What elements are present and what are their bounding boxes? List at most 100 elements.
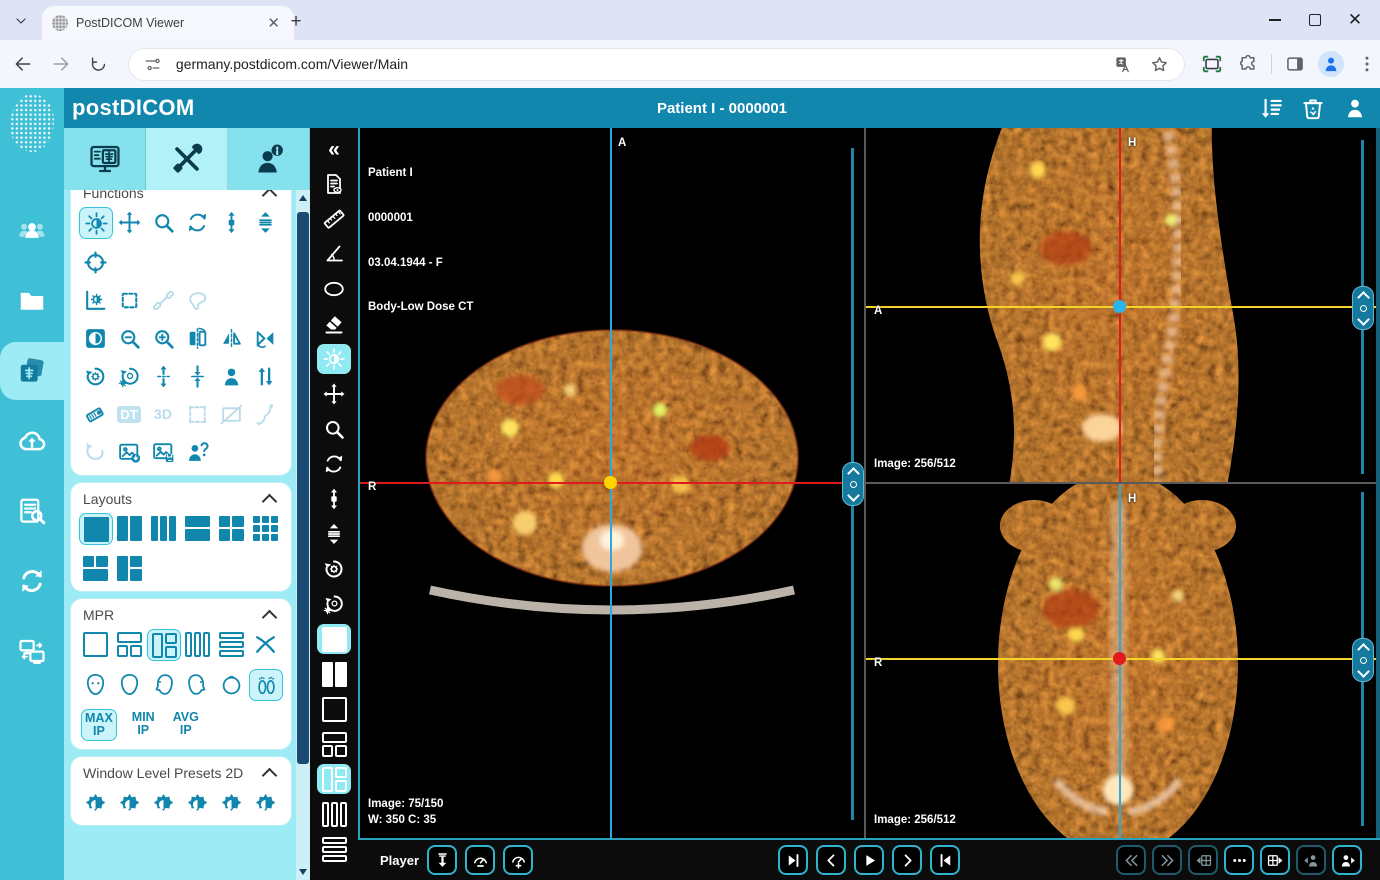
mpr-head-superior[interactable] xyxy=(215,669,247,699)
layout-3x3[interactable] xyxy=(249,513,281,543)
previous-stack-button[interactable] xyxy=(1116,845,1146,875)
zoom-button[interactable] xyxy=(317,414,351,444)
sort-series-icon[interactable] xyxy=(1258,95,1284,121)
tab-search-button[interactable] xyxy=(8,8,34,34)
mpr-1top-2bottom[interactable] xyxy=(113,629,145,659)
crosshair-center-dot[interactable] xyxy=(1113,652,1126,665)
wl-preset-4[interactable] xyxy=(181,787,213,817)
last-image-button[interactable] xyxy=(930,845,960,875)
tool-zoom-in[interactable] xyxy=(147,323,179,353)
tool-bone-removal[interactable] xyxy=(147,285,179,315)
wl-preset-6[interactable] xyxy=(249,787,281,817)
layout-2top-1bottom[interactable] xyxy=(79,553,111,583)
layout-1x3[interactable] xyxy=(147,513,179,543)
stack-slider-handle[interactable] xyxy=(1352,638,1374,682)
tool-mirror-horizontal[interactable] xyxy=(215,323,247,353)
angle-tool-button[interactable] xyxy=(317,239,351,269)
first-image-button[interactable] xyxy=(778,845,808,875)
series-options-button[interactable] xyxy=(1224,845,1254,875)
tool-crop[interactable] xyxy=(113,285,145,315)
scroll-down-icon[interactable] xyxy=(299,869,307,875)
mpr-oblique[interactable] xyxy=(249,629,281,659)
tool-localizer[interactable] xyxy=(79,247,111,277)
sidebar-item-patient-groups[interactable] xyxy=(0,202,64,260)
window-minimize-button[interactable] xyxy=(1268,13,1282,27)
tool-clear-selection[interactable] xyxy=(215,399,247,429)
tool-tag[interactable] xyxy=(79,399,111,429)
sagittal-pane[interactable]: H A Image: 256/512 xyxy=(866,128,1376,482)
mpr-min-ip[interactable]: MIN IP xyxy=(129,709,158,741)
mpr-feet-inferior[interactable] xyxy=(249,669,283,701)
crosshair-center-dot[interactable] xyxy=(1113,300,1126,313)
panel-scrollbar-thumb[interactable] xyxy=(297,212,309,764)
tool-stack[interactable] xyxy=(249,207,281,237)
wl-preset-1[interactable] xyxy=(79,787,111,817)
tool-window-level[interactable] xyxy=(79,207,113,239)
scroll-button[interactable] xyxy=(317,484,351,514)
next-patient-button[interactable] xyxy=(1332,845,1362,875)
previous-patient-button[interactable] xyxy=(1296,845,1326,875)
tool-collapse-vertical[interactable] xyxy=(181,361,213,391)
mpr-3horizontal[interactable] xyxy=(215,629,247,659)
tool-freehand-region[interactable] xyxy=(181,285,213,315)
trash-icon[interactable] xyxy=(1300,95,1326,121)
forward-button[interactable] xyxy=(46,49,76,79)
layout-1x1[interactable] xyxy=(79,513,113,545)
sidebar-item-remote-monitors[interactable] xyxy=(0,622,64,680)
tab-viewer-display[interactable] xyxy=(64,128,146,190)
collapse-panel-button[interactable]: « xyxy=(317,134,351,164)
reload-button[interactable] xyxy=(84,49,114,79)
crosshair-center-dot[interactable] xyxy=(604,476,617,489)
wl-preset-5[interactable] xyxy=(215,787,247,817)
mpr-1top-2bottom-button[interactable] xyxy=(317,729,351,759)
tool-3d[interactable]: 3D xyxy=(147,399,179,429)
sidebar-item-order-list[interactable] xyxy=(0,482,64,540)
rotate-button[interactable] xyxy=(317,449,351,479)
mpr-avg-ip[interactable]: AVG IP xyxy=(170,709,202,741)
tool-expand-vertical[interactable] xyxy=(147,361,179,391)
tool-patient-question[interactable] xyxy=(181,437,213,467)
previous-image-button[interactable] xyxy=(816,845,846,875)
layout-2x2[interactable] xyxy=(215,513,247,543)
pan-button[interactable] xyxy=(317,379,351,409)
tool-patient-orientation[interactable] xyxy=(215,361,247,391)
sidebar-item-folders[interactable] xyxy=(0,272,64,330)
layout-1x1-button[interactable] xyxy=(317,624,351,654)
collapse-functions-icon[interactable] xyxy=(262,190,278,203)
tool-reset-window-level[interactable] xyxy=(113,361,145,391)
mpr-3vertical[interactable] xyxy=(181,629,213,659)
window-level-button[interactable] xyxy=(317,344,351,374)
ellipse-roi-button[interactable] xyxy=(317,274,351,304)
address-bar[interactable]: germany.postdicom.com/Viewer/Main xyxy=(128,48,1185,81)
next-image-button[interactable] xyxy=(892,845,922,875)
previous-series-grid-button[interactable] xyxy=(1188,845,1218,875)
tool-scroll[interactable] xyxy=(215,207,247,237)
tool-rotate[interactable] xyxy=(181,207,213,237)
collapse-wl-icon[interactable] xyxy=(262,767,278,783)
layout-1x2-button[interactable] xyxy=(317,659,351,689)
reset-button[interactable] xyxy=(317,554,351,584)
back-button[interactable] xyxy=(8,49,38,79)
translate-icon[interactable] xyxy=(1111,51,1137,77)
axial-pane[interactable]: Patient I 0000001 03.04.1944 - F Body-Lo… xyxy=(360,128,864,838)
tool-dual-time[interactable]: DT xyxy=(113,399,145,429)
user-profile-icon[interactable] xyxy=(1342,95,1368,121)
tool-selection-handles[interactable] xyxy=(181,399,213,429)
tool-flip-horizontal[interactable] xyxy=(181,323,213,353)
sidebar-item-sync[interactable] xyxy=(0,552,64,610)
mpr-head-posterior[interactable] xyxy=(113,669,145,699)
layout-1x2[interactable] xyxy=(113,513,145,543)
report-view-button[interactable] xyxy=(317,169,351,199)
layout-1left-2right[interactable] xyxy=(113,553,145,583)
tab-tools[interactable] xyxy=(146,128,228,190)
mpr-max-ip[interactable]: MAX IP xyxy=(81,709,117,741)
next-series-grid-button[interactable] xyxy=(1260,845,1290,875)
tool-wl-histogram[interactable] xyxy=(79,285,111,315)
collapse-mpr-icon[interactable] xyxy=(262,609,278,625)
window-close-button[interactable]: ✕ xyxy=(1348,13,1362,27)
tool-invert[interactable] xyxy=(79,323,111,353)
mpr-single[interactable] xyxy=(79,629,111,659)
stack-slider-handle[interactable] xyxy=(1352,286,1374,330)
mpr-head-anterior[interactable] xyxy=(79,669,111,699)
wl-preset-3[interactable] xyxy=(147,787,179,817)
